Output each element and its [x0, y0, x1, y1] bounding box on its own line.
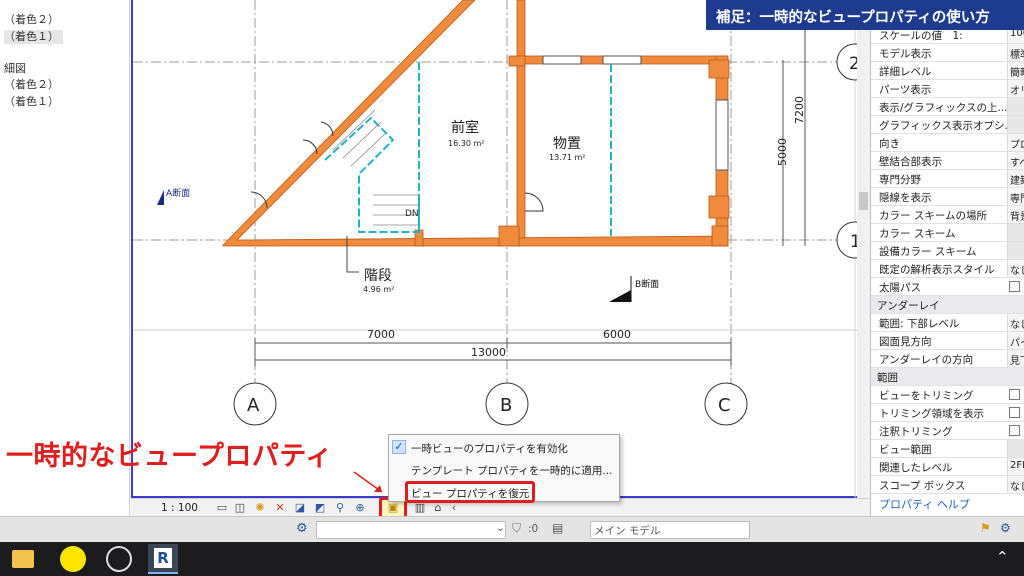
worksharing-icon[interactable]: ⚙	[1000, 521, 1011, 535]
status-bar: ⚙ ⌄ ⛉ :0 ▤ メイン モデル ⚑ ⚙	[0, 516, 1024, 542]
workset-icon[interactable]: ⚙	[296, 521, 308, 536]
property-row[interactable]: 向きプロ	[871, 134, 1024, 152]
section-header-underlay[interactable]: アンダーレイ	[871, 296, 1024, 314]
property-row[interactable]: ビューをトリミング	[871, 386, 1024, 404]
check-icon: ✓	[392, 440, 406, 454]
property-row[interactable]: 太陽パス	[871, 278, 1024, 296]
taskbar: R ⌃	[0, 542, 1024, 576]
analytical-model-icon[interactable]: ⌂	[431, 501, 445, 515]
annotation-crop-checkbox[interactable]	[1009, 425, 1020, 436]
stair-dn-label: DN	[405, 209, 419, 219]
room-name: 階段	[364, 268, 392, 284]
property-row[interactable]: カラー スキームの場所背景	[871, 206, 1024, 224]
property-row[interactable]: ビュー範囲	[871, 440, 1024, 458]
properties-scrollbar[interactable]	[857, 0, 870, 498]
property-row[interactable]: トリミング領域を表示	[871, 404, 1024, 422]
room-name: 前室	[451, 119, 479, 136]
property-row[interactable]: パーツ表示オリ	[871, 80, 1024, 98]
annotation-arrow	[353, 471, 383, 493]
property-row[interactable]: 設備カラー スキーム	[871, 242, 1024, 260]
floor-plan-drawing: DN 前室 16.30 m² 物置 13.71 m² 階段 4.96 m² A断…	[133, 0, 869, 498]
property-row[interactable]: 隠線を表示専門	[871, 188, 1024, 206]
room-area: 4.96 m²	[363, 285, 394, 294]
dimension-label: 13000	[471, 346, 506, 359]
room-area: 13.71 m²	[549, 153, 585, 162]
room-area: 16.30 m²	[448, 139, 484, 148]
property-row[interactable]: グラフィックス表示オプシ...	[871, 116, 1024, 134]
chevron-left-icon[interactable]: ‹	[447, 501, 461, 515]
properties-help-link[interactable]: プロパティ ヘルプ	[879, 496, 970, 512]
workset-dropdown[interactable]	[316, 521, 506, 539]
crop-region-icon[interactable]: ◩	[313, 501, 327, 515]
browser-item[interactable]: （着色２）	[4, 78, 59, 92]
revit-taskbar-button[interactable]: R	[148, 544, 178, 574]
unlock-3d-icon[interactable]: ⚲	[333, 501, 347, 515]
design-options-icon[interactable]: ▤	[552, 521, 563, 535]
chevron-down-icon[interactable]: ⌄	[496, 522, 505, 534]
property-row[interactable]: 表示/グラフィックスの上...	[871, 98, 1024, 116]
property-row[interactable]: カラー スキーム	[871, 224, 1024, 242]
visual-style-icon[interactable]: ◫	[233, 501, 247, 515]
dimension-label: 7200	[793, 96, 806, 124]
reveal-hidden-icon[interactable]: ▥	[413, 501, 427, 515]
obs-icon[interactable]	[106, 546, 132, 572]
file-explorer-icon[interactable]	[12, 550, 34, 568]
properties-panel: スケールの値 1:100 モデル表示標準 詳細レベル簡略 パーツ表示オリ 表示/…	[870, 0, 1024, 516]
dimension-label: 7000	[367, 328, 395, 341]
property-row[interactable]: 注釈トリミング	[871, 422, 1024, 440]
crop-region-visible-checkbox[interactable]	[1009, 407, 1020, 418]
app-circle-icon[interactable]	[60, 546, 86, 572]
dimension-label: 5000	[776, 138, 789, 166]
grid-bubble-label: B	[500, 395, 512, 416]
tutorial-banner: 補足：一時的なビュープロパティの使い方	[706, 0, 1024, 30]
scrollbar-thumb[interactable]	[859, 192, 868, 210]
property-row[interactable]: 壁結合部表示すべ	[871, 152, 1024, 170]
floor-plan-view[interactable]: DN 前室 16.30 m² 物置 13.71 m² 階段 4.96 m² A断…	[131, 0, 869, 498]
property-row[interactable]: 範囲: 下部レベルなし	[871, 314, 1024, 332]
property-row[interactable]: アンダーレイの方向見下	[871, 350, 1024, 368]
shadows-icon[interactable]: ✕	[273, 501, 287, 515]
temporary-view-properties-icon[interactable]: ▣	[386, 501, 400, 515]
property-row[interactable]: 詳細レベル簡略	[871, 62, 1024, 80]
section-header-range[interactable]: 範囲	[871, 368, 1024, 386]
detail-level-icon[interactable]: ▭	[215, 501, 229, 515]
crop-view-icon[interactable]: ◪	[293, 501, 307, 515]
design-option-label: メイン モデル	[594, 525, 661, 537]
restore-highlight-box	[405, 481, 535, 503]
menu-item-apply-template-temporarily[interactable]: テンプレート プロパティを一時的に適用...	[411, 463, 612, 478]
grid-bubble-label: C	[718, 395, 731, 416]
annotation-caption: 一時的なビュープロパティ	[6, 441, 333, 472]
sun-path-checkbox[interactable]	[1009, 281, 1020, 292]
crop-view-checkbox[interactable]	[1009, 389, 1020, 400]
property-row[interactable]: 関連したレベル2FL	[871, 458, 1024, 476]
browser-item[interactable]: （着色１）	[4, 95, 59, 109]
property-row[interactable]: 既定の解析表示スタイルなし	[871, 260, 1024, 278]
revit-window: （着色２） （着色１） 細図 （着色２） （着色１） DN 前室 16.30 m…	[0, 0, 1024, 576]
hide-isolate-icon[interactable]: ⊕	[353, 501, 367, 515]
section-a-label: A断面	[166, 187, 190, 199]
selection-count: :0	[528, 523, 539, 535]
property-row[interactable]: スコープ ボックスなし	[871, 476, 1024, 494]
property-row[interactable]: 図面見方向パイ	[871, 332, 1024, 350]
dimension-label: 6000	[603, 328, 631, 341]
revit-icon: R	[154, 548, 172, 568]
menu-item-enable-temporary-view[interactable]: 一時ビューのプロパティを有効化	[411, 441, 568, 456]
room-name: 物置	[553, 136, 581, 152]
view-scale[interactable]: 1 : 100	[161, 502, 198, 514]
browser-item[interactable]: 細図	[4, 62, 26, 76]
property-row[interactable]: モデル表示標準	[871, 44, 1024, 62]
section-b-label: B断面	[635, 278, 659, 290]
property-row[interactable]: 専門分野建築	[871, 170, 1024, 188]
temporary-view-properties-menu: ✓ 一時ビューのプロパティを有効化 テンプレート プロパティを一時的に適用...…	[388, 434, 620, 503]
browser-item[interactable]: （着色２）	[4, 13, 59, 27]
browser-item-selected[interactable]: （着色１）	[4, 30, 63, 44]
sun-path-icon[interactable]: ✺	[253, 501, 267, 515]
filter-icon[interactable]: ⛉	[512, 521, 521, 536]
editing-requests-icon[interactable]: ⚑	[980, 521, 991, 535]
grid-bubble-label: A	[247, 395, 260, 416]
tray-chevron-up-icon[interactable]: ⌃	[996, 548, 1022, 574]
